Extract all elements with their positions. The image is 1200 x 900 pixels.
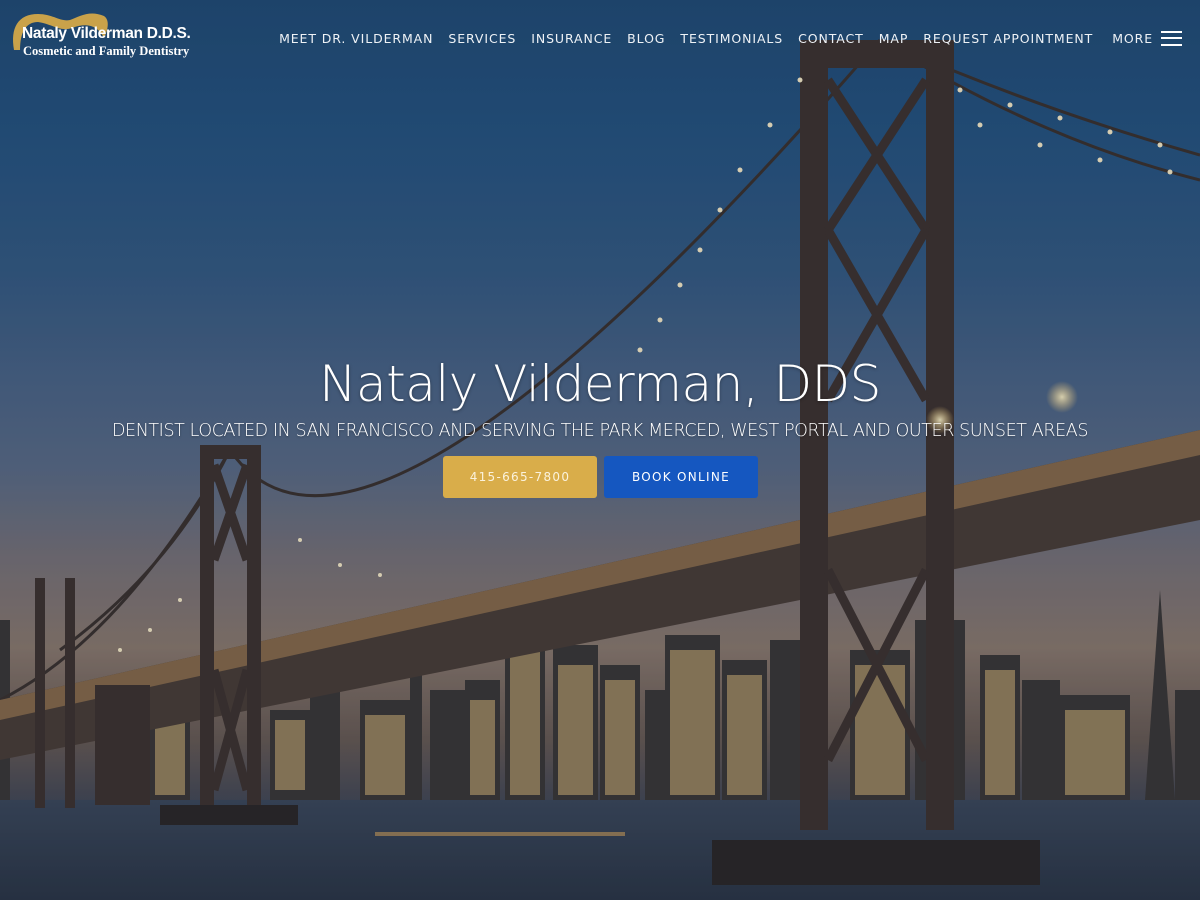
- nav-item-request-appointment[interactable]: REQUEST APPOINTMENT: [923, 31, 1093, 46]
- nav-item-testimonials[interactable]: TESTIMONIALS: [680, 31, 783, 46]
- nav-item-map[interactable]: MAP: [879, 31, 909, 46]
- logo-title: Nataly Vilderman D.D.S.: [22, 25, 191, 42]
- site-logo[interactable]: Nataly Vilderman D.D.S. Cosmetic and Fam…: [8, 8, 191, 63]
- hero-headline: Nataly Vilderman, DDS: [319, 355, 881, 413]
- phone-button[interactable]: 415-665-7800: [443, 456, 597, 498]
- nav-item-meet-dr-vilderman[interactable]: MEET DR. VILDERMAN: [279, 31, 433, 46]
- hero-overlay: [0, 0, 1200, 900]
- logo-subtitle: Cosmetic and Family Dentistry: [23, 44, 190, 58]
- nav-item-blog[interactable]: BLOG: [627, 31, 665, 46]
- book-online-button[interactable]: BOOK ONLINE: [604, 456, 758, 498]
- nav-item-contact[interactable]: CONTACT: [798, 31, 864, 46]
- main-navigation: MEET DR. VILDERMAN SERVICES INSURANCE BL…: [279, 29, 1200, 47]
- nav-item-services[interactable]: SERVICES: [448, 31, 516, 46]
- hamburger-menu-icon[interactable]: [1161, 30, 1182, 46]
- hero-background: [0, 0, 1200, 900]
- hero-subheadline: DENTIST LOCATED IN SAN FRANCISCO AND SER…: [111, 421, 1089, 441]
- nav-more-button[interactable]: MORE: [1112, 31, 1153, 46]
- nav-item-insurance[interactable]: INSURANCE: [531, 31, 612, 46]
